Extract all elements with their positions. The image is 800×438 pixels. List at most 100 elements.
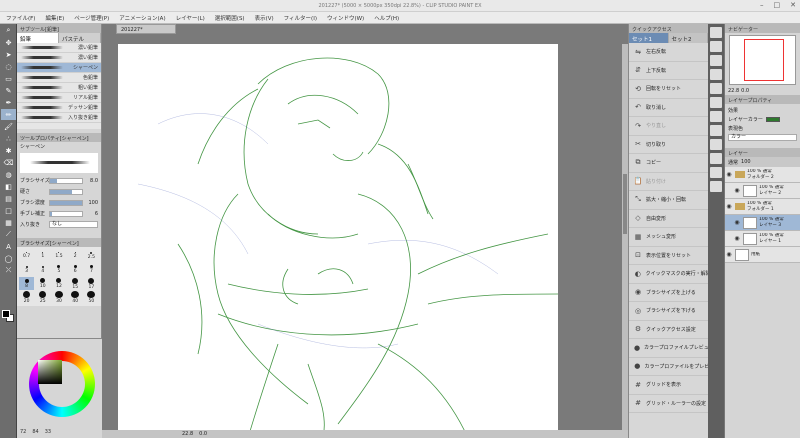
quick-access-item[interactable]: ⟲ 回転をリセット	[629, 80, 708, 99]
brush-size-option[interactable]: 3	[19, 263, 34, 276]
saturation-value-square[interactable]	[38, 360, 62, 384]
brush-icon[interactable]: 🖌	[1, 121, 16, 132]
property-value[interactable]: 100	[86, 200, 98, 206]
brush-size-option[interactable]: 7	[84, 263, 99, 276]
quick-access-item[interactable]: ●カラープロファイルプレビュー設定	[629, 339, 708, 358]
property-value[interactable]: 8.0	[86, 178, 98, 184]
quick-access-item[interactable]: ◐ クイックマスクの実行・解除	[629, 265, 708, 284]
opacity-value[interactable]: 100	[741, 159, 751, 165]
strip-icon[interactable]	[710, 69, 722, 80]
quick-access-item[interactable]: ↶ 取り消し	[629, 99, 708, 117]
menu-edit[interactable]: 編集(E)	[45, 14, 64, 22]
balloon-icon[interactable]: ◯	[1, 253, 16, 264]
layer-row[interactable]: ◉ 100 % 通常 レイヤー 2	[725, 183, 800, 199]
move-icon[interactable]: ✥	[1, 37, 16, 48]
navigator-zoom[interactable]: 22.8	[728, 88, 739, 94]
close-button[interactable]: ✕	[790, 1, 796, 9]
quick-access-item[interactable]: ⤡ 拡大・縮小・回転	[629, 191, 708, 210]
airbrush-icon[interactable]: ∴	[1, 133, 16, 144]
brush-size-option[interactable]: 1	[35, 249, 50, 262]
strip-icon[interactable]	[710, 181, 722, 192]
brush-size-option[interactable]: 5	[51, 263, 66, 276]
main-color-swatch[interactable]	[2, 310, 10, 318]
menu-selection[interactable]: 選択範囲(S)	[215, 14, 245, 22]
blend-mode-select[interactable]: 通常	[728, 159, 738, 166]
brush-item[interactable]: 入り抜き鉛筆	[17, 113, 101, 123]
brush-item[interactable]: 濃い鉛筆	[17, 53, 101, 63]
tab-set-1[interactable]: セット1	[629, 33, 669, 43]
menu-file[interactable]: ファイル(F)	[6, 14, 35, 22]
menu-filter[interactable]: フィルター(I)	[284, 14, 317, 22]
pencil-icon[interactable]: ✏	[1, 109, 16, 120]
strip-icon[interactable]	[710, 41, 722, 52]
tab-set-2[interactable]: セット2	[668, 33, 708, 43]
quick-access-item[interactable]: ⧉ コピー	[629, 154, 708, 173]
stroke-in-out-select[interactable]: なし	[49, 221, 98, 228]
eyedropper-icon[interactable]: ✎	[1, 85, 16, 96]
layer-row[interactable]: ◉ 用紙	[725, 247, 800, 263]
quick-access-item[interactable]: ●カラープロファイルをプレビュー	[629, 358, 708, 376]
strip-icon[interactable]	[710, 55, 722, 66]
property-slider[interactable]	[49, 210, 83, 217]
menu-view[interactable]: 表示(V)	[255, 14, 274, 22]
property-slider[interactable]	[49, 199, 83, 206]
brush-item[interactable]: デッサン鉛筆	[17, 103, 101, 113]
quick-access-item[interactable]: ✂ 切り取り	[629, 136, 708, 154]
brush-size-option[interactable]: 10	[35, 277, 50, 290]
quick-access-item[interactable]: # グリッド・ルーラーの設定	[629, 395, 708, 413]
menu-page[interactable]: ページ管理(P)	[74, 14, 109, 22]
figure-icon[interactable]: □	[1, 205, 16, 216]
menu-window[interactable]: ウィンドウ(W)	[327, 14, 364, 22]
brush-size-option[interactable]: 20	[19, 291, 34, 304]
strip-icon[interactable]	[710, 83, 722, 94]
minimize-button[interactable]: –	[760, 1, 764, 9]
expression-select[interactable]: カラー	[728, 134, 797, 141]
brush-size-option[interactable]: 12	[51, 277, 66, 290]
brush-size-option[interactable]: 25	[35, 291, 50, 304]
text-icon[interactable]: A	[1, 241, 16, 252]
tab-pastel[interactable]: パステル	[59, 33, 101, 43]
quick-access-item[interactable]: ↷ やり直し	[629, 117, 708, 136]
brush-size-option[interactable]: 6	[68, 263, 83, 276]
document-tab[interactable]: 201227*	[116, 24, 176, 34]
quick-access-item[interactable]: ◉ ブラシサイズを上げる	[629, 284, 708, 302]
eye-icon[interactable]: ◉	[725, 171, 733, 178]
brush-item[interactable]: 色鉛筆	[17, 73, 101, 83]
decoration-icon[interactable]: ✱	[1, 145, 16, 156]
selection-icon[interactable]: ▭	[1, 73, 16, 84]
pen-icon[interactable]: ✒	[1, 97, 16, 108]
ruler-icon[interactable]: ⟋	[1, 229, 16, 240]
menu-help[interactable]: ヘルプ(H)	[374, 14, 399, 22]
navigator-thumbnail[interactable]	[729, 35, 796, 85]
eye-icon[interactable]: ◉	[733, 219, 741, 226]
layer-row[interactable]: ◉ 100 % 通常 フォルダー 1	[725, 199, 800, 215]
layer-color-chip[interactable]	[765, 117, 780, 122]
gradient-icon[interactable]: ▤	[1, 193, 16, 204]
eye-icon[interactable]: ◉	[733, 235, 741, 242]
correction-icon[interactable]: ⤫	[1, 265, 16, 276]
lasso-icon[interactable]: ◌	[1, 61, 16, 72]
quick-access-item[interactable]: ◎ ブラシサイズを下げる	[629, 302, 708, 321]
brush-size-option[interactable]: 1.5	[51, 249, 66, 262]
quick-access-item[interactable]: 📋 貼り付け	[629, 173, 708, 191]
eye-icon[interactable]: ◉	[725, 251, 733, 258]
eye-icon[interactable]: ◉	[733, 187, 741, 194]
quick-access-item[interactable]: ◇ 自由変形	[629, 210, 708, 228]
layer-row[interactable]: ◉ 100 % 通常 フォルダー 2	[725, 167, 800, 183]
brush-size-option[interactable]: 50	[84, 291, 99, 304]
quick-access-item[interactable]: # グリッドを表示	[629, 376, 708, 395]
navigator-angle[interactable]: 0.0	[741, 88, 749, 94]
quick-access-item[interactable]: ⇵ 上下反転	[629, 62, 708, 80]
quick-access-item[interactable]: ⚙ クイックアクセス設定	[629, 321, 708, 339]
strip-icon[interactable]	[710, 139, 722, 150]
fill-icon[interactable]: ◧	[1, 181, 16, 192]
strip-icon[interactable]	[710, 167, 722, 178]
quick-access-item[interactable]: ▦ メッシュ変形	[629, 228, 708, 247]
strip-icon[interactable]	[710, 153, 722, 164]
eye-icon[interactable]: ◉	[725, 203, 733, 210]
property-value[interactable]: 6	[86, 211, 98, 217]
brush-size-option[interactable]: 8	[19, 277, 35, 290]
zoom-icon[interactable]: ⌕	[1, 25, 16, 36]
quick-access-item[interactable]: ⇋ 左右反転	[629, 43, 708, 62]
maximize-button[interactable]: □	[774, 1, 781, 9]
